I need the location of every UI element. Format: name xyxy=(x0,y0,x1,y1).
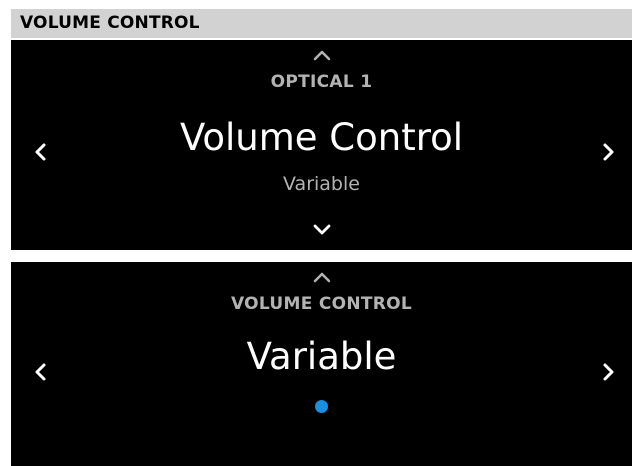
screen-volume-control-options: VOLUME CONTROL Variable xyxy=(11,262,632,466)
header-bar: VOLUME CONTROL xyxy=(11,9,632,38)
chevron-up-icon[interactable] xyxy=(312,48,332,62)
chevron-right-icon[interactable] xyxy=(596,140,620,164)
source-label: OPTICAL 1 xyxy=(270,72,373,92)
header-title: VOLUME CONTROL xyxy=(20,13,200,33)
chevron-up-icon[interactable] xyxy=(312,270,332,284)
indicator-dot-icon xyxy=(315,400,328,413)
chevron-right-icon[interactable] xyxy=(596,360,620,384)
setting-value: Variable xyxy=(283,173,360,195)
setting-title: Volume Control xyxy=(179,116,464,159)
selected-value: Variable xyxy=(246,335,397,378)
chevron-down-icon[interactable] xyxy=(312,223,332,237)
screen-volume-control-menu: OPTICAL 1 Volume Control Variable xyxy=(11,40,632,250)
section-label: VOLUME CONTROL xyxy=(230,294,413,314)
